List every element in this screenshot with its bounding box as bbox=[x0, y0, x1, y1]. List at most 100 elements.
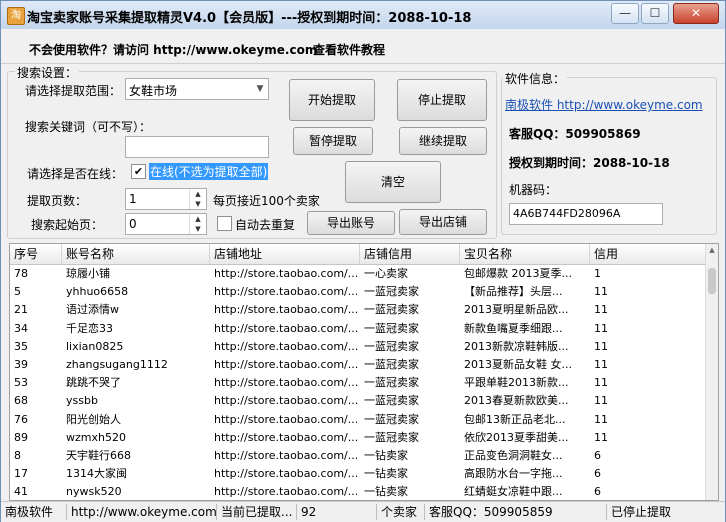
export-shops-button[interactable]: 导出店铺 bbox=[399, 209, 487, 235]
scrollbar-thumb[interactable] bbox=[708, 268, 716, 294]
table-cell: 11 bbox=[594, 339, 608, 353]
table-cell: 一蓝冠卖家 bbox=[364, 321, 419, 335]
online-checkbox[interactable]: ✔ bbox=[131, 164, 146, 179]
table-cell: 包邮13新正品老北... bbox=[464, 412, 566, 426]
pages-label: 提取页数： bbox=[27, 194, 88, 208]
table-row[interactable]: 5 yhhuo6658 http://store.taobao.com/... 一蓝冠… bbox=[10, 283, 706, 301]
status-qq: 客服QQ：509905859 bbox=[425, 504, 607, 520]
start-page-stepper[interactable]: 0 ▲ ▼ bbox=[125, 213, 207, 235]
table-cell: http://store.taobao.com/... bbox=[214, 339, 359, 353]
machine-code-field[interactable]: 4A6B744FD28096A bbox=[509, 203, 663, 225]
title-bar[interactable]: 淘 淘宝卖家账号采集提取精灵V4.0【会员版】---授权到期时间：2088-10… bbox=[1, 1, 725, 29]
export-accounts-button[interactable]: 导出账号 bbox=[307, 211, 395, 235]
table-cell: 11 bbox=[594, 285, 608, 299]
table-cell: 89 bbox=[14, 430, 28, 444]
table-cell: 包邮爆款 2013夏季... bbox=[464, 267, 572, 280]
table-cell: 正品变色洞洞鞋女... bbox=[464, 449, 563, 462]
table-cell: http://store.taobao.com/... bbox=[214, 394, 359, 408]
tutorial-link[interactable]: 查看软件教程 bbox=[313, 41, 385, 58]
start-page-stepper-value: 0 bbox=[129, 217, 137, 231]
table-cell: http://store.taobao.com/... bbox=[214, 485, 359, 499]
keyword-label: 搜索关键词（可不写）： bbox=[25, 120, 152, 134]
table-cell: 一蓝冠卖家 bbox=[364, 412, 419, 426]
table-row[interactable]: 76 阳光创始人 http://store.taobao.com/... 一蓝冠卖家 包… bbox=[10, 411, 706, 429]
column-header[interactable]: 账号名称 bbox=[62, 244, 210, 264]
table-row[interactable]: 53 跳跳不哭了 http://store.taobao.com/... 一蓝冠卖家 平… bbox=[10, 374, 706, 392]
pause-button[interactable]: 暂停提取 bbox=[293, 127, 373, 155]
table-cell: lixian0825 bbox=[66, 339, 124, 353]
arrow-up-icon[interactable]: ▲ bbox=[190, 214, 206, 224]
column-header[interactable]: 店铺信用 bbox=[360, 244, 460, 264]
table-cell: 68 bbox=[14, 394, 28, 408]
status-run-state: 已停止提取 bbox=[611, 505, 672, 519]
table-cell: 跳跳不哭了 bbox=[66, 376, 121, 390]
table-cell: 6 bbox=[594, 449, 601, 462]
arrow-up-icon[interactable]: ▲ bbox=[190, 189, 206, 199]
table-cell: yhhuo6658 bbox=[66, 285, 129, 299]
table-cell: 6 bbox=[594, 485, 601, 499]
vertical-scrollbar[interactable]: ▲ bbox=[705, 244, 718, 500]
table-cell: 8 bbox=[14, 449, 21, 462]
table-row[interactable]: 41 nywsk520 http://store.taobao.com/... 一钻卖… bbox=[10, 483, 706, 500]
table-cell: http://store.taobao.com/... bbox=[214, 285, 359, 299]
column-header[interactable]: 店铺地址 bbox=[210, 244, 360, 264]
minimize-button[interactable]: — bbox=[611, 3, 639, 24]
pages-spin[interactable]: ▲ ▼ bbox=[189, 189, 206, 209]
arrow-down-icon[interactable]: ▼ bbox=[190, 199, 206, 209]
maximize-button[interactable]: ☐ bbox=[641, 3, 669, 24]
status-url: http://www.okeyme.com bbox=[67, 504, 217, 520]
clear-button[interactable]: 清空 bbox=[345, 161, 441, 203]
table-cell: 11 bbox=[594, 303, 608, 317]
search-settings-title: 搜索设置： bbox=[15, 64, 80, 81]
table-cell: 高跟防水台一字拖... bbox=[464, 467, 563, 481]
table-row[interactable]: 39 zhangsugang1112 http://store.taobao.com… bbox=[10, 356, 706, 374]
table-cell: 17 bbox=[14, 467, 28, 481]
start-button[interactable]: 开始提取 bbox=[289, 79, 375, 121]
main-window: 淘 淘宝卖家账号采集提取精灵V4.0【会员版】---授权到期时间：2088-10… bbox=[0, 0, 726, 522]
close-button[interactable]: ✕ bbox=[673, 3, 719, 24]
pages-hint: 每页接近100个卖家 bbox=[213, 194, 320, 208]
table-cell: 2013新款凉鞋韩版... bbox=[464, 339, 569, 353]
dedupe-checkbox[interactable] bbox=[217, 216, 232, 231]
table-cell: 一心卖家 bbox=[364, 267, 408, 280]
dedupe-label[interactable]: 自动去重复 bbox=[235, 216, 295, 233]
status-count: 92 bbox=[297, 504, 377, 520]
table-cell: 依欣2013夏季甜美... bbox=[464, 430, 569, 444]
table-cell: 阳光创始人 bbox=[66, 412, 121, 426]
keyword-input[interactable] bbox=[125, 136, 269, 158]
table-row[interactable]: 89 wzmxh520 http://store.taobao.com/... 一蓝冠… bbox=[10, 429, 706, 447]
stop-button[interactable]: 停止提取 bbox=[397, 79, 487, 121]
table-cell: 6 bbox=[594, 467, 601, 481]
arrow-down-icon[interactable]: ▼ bbox=[190, 224, 206, 234]
range-select-value: 女鞋市场 bbox=[129, 84, 178, 98]
table-cell: 千足恋33 bbox=[66, 321, 113, 335]
column-header[interactable]: 序号 bbox=[10, 244, 62, 264]
online-checkbox-label[interactable]: 在线(不选为提取全部) bbox=[149, 163, 269, 180]
start-page-spin[interactable]: ▲ ▼ bbox=[189, 214, 206, 234]
table-row[interactable]: 21 语过添情w http://store.taobao.com/... 一蓝冠卖家 2… bbox=[10, 301, 706, 319]
support-qq: 客服QQ：509905869 bbox=[509, 127, 641, 141]
range-select[interactable]: 女鞋市场 ▼ bbox=[125, 78, 269, 100]
table-row[interactable]: 8 天宇鞋行668 http://store.taobao.com/... 一钻卖家 正… bbox=[10, 447, 706, 465]
table-cell: 53 bbox=[14, 376, 28, 390]
results-table[interactable]: 序号 账号名称 店铺地址 店铺信用 宝贝名称 信用 78 琼履小铺 http://store.… bbox=[9, 243, 719, 501]
brand-link[interactable]: 南极软件 http://www.okeyme.com bbox=[505, 96, 703, 113]
table-row[interactable]: 17 1314大家闽 http://store.taobao.com/... 一钻卖家… bbox=[10, 465, 706, 483]
column-header[interactable]: 宝贝名称 bbox=[460, 244, 590, 264]
resume-button[interactable]: 继续提取 bbox=[399, 127, 487, 155]
machine-code-label: 机器码： bbox=[509, 183, 558, 197]
license-expiry: 授权到期时间：2088-10-18 bbox=[509, 156, 670, 170]
pages-stepper[interactable]: 1 ▲ ▼ bbox=[125, 188, 207, 210]
table-cell: yssbb bbox=[66, 394, 98, 408]
table-row[interactable]: 35 lixian0825 http://store.taobao.com/... 一… bbox=[10, 338, 706, 356]
table-row[interactable]: 68 yssbb http://store.taobao.com/... 一蓝冠卖家 2… bbox=[10, 392, 706, 410]
scroll-up-icon[interactable]: ▲ bbox=[706, 246, 718, 254]
column-header[interactable]: 信用 bbox=[590, 244, 706, 264]
help-link[interactable]: 不会使用软件？请访问 http://www.okeyme.com bbox=[29, 41, 317, 58]
table-cell: http://store.taobao.com/... bbox=[214, 303, 359, 317]
chevron-down-icon: ▼ bbox=[256, 84, 264, 94]
table-cell: 1314大家闽 bbox=[66, 467, 127, 481]
table-row[interactable]: 78 琼履小铺 http://store.taobao.com/... 一心卖家 包邮爆… bbox=[10, 265, 706, 283]
table-row[interactable]: 34 千足恋33 http://store.taobao.com/... 一蓝冠卖家 新… bbox=[10, 320, 706, 338]
table-cell: 一蓝冠卖家 bbox=[364, 303, 419, 317]
